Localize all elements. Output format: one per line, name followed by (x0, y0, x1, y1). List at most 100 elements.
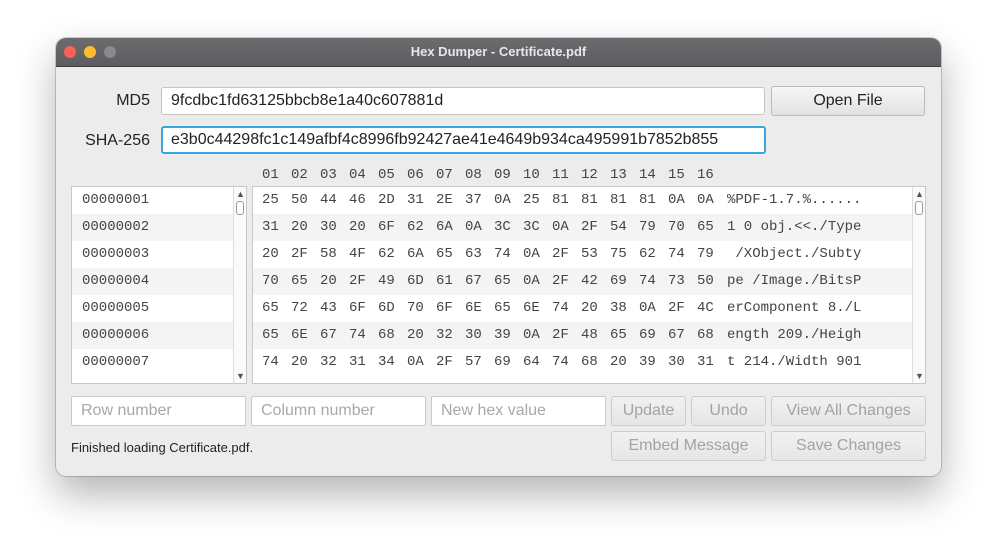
hex-cell[interactable]: 2F (349, 268, 373, 295)
hex-cell[interactable]: 4F (349, 241, 373, 268)
hex-cell[interactable]: 70 (407, 295, 431, 322)
hex-cell[interactable]: 31 (407, 187, 431, 214)
hex-cell[interactable]: 48 (581, 322, 605, 349)
hex-cell[interactable]: 74 (552, 349, 576, 376)
hex-cell[interactable]: 74 (639, 268, 663, 295)
sha256-field[interactable]: e3b0c44298fc1c149afbf4c8996fb92427ae41e4… (161, 126, 766, 154)
scroll-thumb[interactable] (915, 201, 923, 215)
hex-cell[interactable]: 65 (436, 241, 460, 268)
hex-cell[interactable]: 75 (610, 241, 634, 268)
hex-cell[interactable]: 0A (639, 295, 663, 322)
hex-cell[interactable]: 0A (523, 241, 547, 268)
undo-button[interactable]: Undo (691, 396, 766, 426)
hex-cell[interactable]: 31 (697, 349, 721, 376)
hex-cell[interactable]: 6F (436, 295, 460, 322)
hex-cell[interactable]: 68 (697, 322, 721, 349)
hex-cell[interactable]: 20 (407, 322, 431, 349)
offset-row[interactable]: 00000007 (72, 349, 233, 376)
hex-cell[interactable]: 46 (349, 187, 373, 214)
hex-panel[interactable]: 25 50 44 46 2D 31 2E 37 0A 25 81 81 81 81 0A 0A %PDF-1.7… (252, 186, 926, 384)
hex-cell[interactable]: 6D (407, 268, 431, 295)
hex-cell[interactable]: 70 (262, 268, 286, 295)
hex-cell[interactable]: 2F (291, 241, 315, 268)
hex-cell[interactable]: 44 (320, 187, 344, 214)
scroll-down-icon[interactable]: ▼ (234, 370, 246, 382)
hex-cell[interactable]: 43 (320, 295, 344, 322)
hex-cell[interactable]: 4C (697, 295, 721, 322)
hex-cell[interactable]: 38 (610, 295, 634, 322)
hex-cell[interactable]: 67 (465, 268, 489, 295)
hex-cell[interactable]: 70 (668, 214, 692, 241)
offset-scrollbar[interactable]: ▲ ▼ (233, 187, 246, 383)
hex-row[interactable]: 70 65 20 2F 49 6D 61 67 65 0A 2F 42 69 74 73 50 pe /Imag… (253, 268, 912, 295)
hex-cell[interactable]: 6A (436, 214, 460, 241)
hex-cell[interactable]: 62 (639, 241, 663, 268)
hex-cell[interactable]: 74 (494, 241, 518, 268)
offset-row[interactable]: 00000003 (72, 241, 233, 268)
offset-panel[interactable]: 00000001 00000002 00000003 00000004 00000005… (71, 186, 247, 384)
hex-row[interactable]: 65 6E 67 74 68 20 32 30 39 0A 2F 48 65 69 67 68 ength 20… (253, 322, 912, 349)
row-number-input[interactable]: Row number (71, 396, 246, 426)
hex-value-input[interactable]: New hex value (431, 396, 606, 426)
column-number-input[interactable]: Column number (251, 396, 426, 426)
hex-cell[interactable]: 0A (697, 187, 721, 214)
hex-cell[interactable]: 69 (494, 349, 518, 376)
hex-row[interactable]: 74 20 32 31 34 0A 2F 57 69 64 74 68 20 39 30 31 t 214./W… (253, 349, 912, 376)
hex-cell[interactable]: 20 (581, 295, 605, 322)
hex-cell[interactable]: 68 (378, 322, 402, 349)
offset-row[interactable]: 00000006 (72, 322, 233, 349)
hex-cell[interactable]: 65 (494, 268, 518, 295)
view-all-changes-button[interactable]: View All Changes (771, 396, 926, 426)
hex-cell[interactable]: 67 (668, 322, 692, 349)
hex-cell[interactable]: 63 (465, 241, 489, 268)
hex-cell[interactable]: 20 (262, 241, 286, 268)
hex-cell[interactable]: 0A (494, 187, 518, 214)
hex-cell[interactable]: 39 (494, 322, 518, 349)
hex-cell[interactable]: 3C (523, 214, 547, 241)
hex-cell[interactable]: 65 (494, 295, 518, 322)
hex-cell[interactable]: 65 (697, 214, 721, 241)
save-changes-button[interactable]: Save Changes (771, 431, 926, 461)
hex-cell[interactable]: 62 (378, 241, 402, 268)
hex-cell[interactable]: 31 (349, 349, 373, 376)
hex-cell[interactable]: 0A (465, 214, 489, 241)
hex-cell[interactable]: 30 (465, 322, 489, 349)
hex-cell[interactable]: 0A (523, 268, 547, 295)
hex-cell[interactable]: 6F (378, 214, 402, 241)
hex-cell[interactable]: 2F (668, 295, 692, 322)
hex-cell[interactable]: 6A (407, 241, 431, 268)
hex-cell[interactable]: 2F (552, 268, 576, 295)
hex-cell[interactable]: 39 (639, 349, 663, 376)
hex-cell[interactable]: 32 (436, 322, 460, 349)
hex-cell[interactable]: 61 (436, 268, 460, 295)
hex-cell[interactable]: 65 (610, 322, 634, 349)
hex-cell[interactable]: 37 (465, 187, 489, 214)
hex-cell[interactable]: 74 (552, 295, 576, 322)
hex-cell[interactable]: 2D (378, 187, 402, 214)
hex-cell[interactable]: 50 (697, 268, 721, 295)
hex-cell[interactable]: 3C (494, 214, 518, 241)
embed-message-button[interactable]: Embed Message (611, 431, 766, 461)
offset-row[interactable]: 00000004 (72, 268, 233, 295)
hex-cell[interactable]: 20 (291, 214, 315, 241)
hex-cell[interactable]: 54 (610, 214, 634, 241)
scroll-thumb[interactable] (236, 201, 244, 215)
hex-cell[interactable]: 72 (291, 295, 315, 322)
hex-cell[interactable]: 79 (639, 214, 663, 241)
offset-row[interactable]: 00000001 (72, 187, 233, 214)
offset-row[interactable]: 00000002 (72, 214, 233, 241)
hex-row[interactable]: 25 50 44 46 2D 31 2E 37 0A 25 81 81 81 81 0A 0A %PDF-1.7… (253, 187, 912, 214)
hex-cell[interactable]: 25 (262, 187, 286, 214)
hex-cell[interactable]: 65 (262, 322, 286, 349)
hex-cell[interactable]: 69 (610, 268, 634, 295)
hex-cell[interactable]: 6F (349, 295, 373, 322)
hex-cell[interactable]: 25 (523, 187, 547, 214)
hex-cell[interactable]: 58 (320, 241, 344, 268)
hex-cell[interactable]: 68 (581, 349, 605, 376)
hex-cell[interactable]: 30 (668, 349, 692, 376)
hex-cell[interactable]: 65 (262, 295, 286, 322)
hex-cell[interactable]: 74 (668, 241, 692, 268)
scroll-down-icon[interactable]: ▼ (913, 370, 925, 382)
hex-cell[interactable]: 67 (320, 322, 344, 349)
hex-cell[interactable]: 0A (407, 349, 431, 376)
